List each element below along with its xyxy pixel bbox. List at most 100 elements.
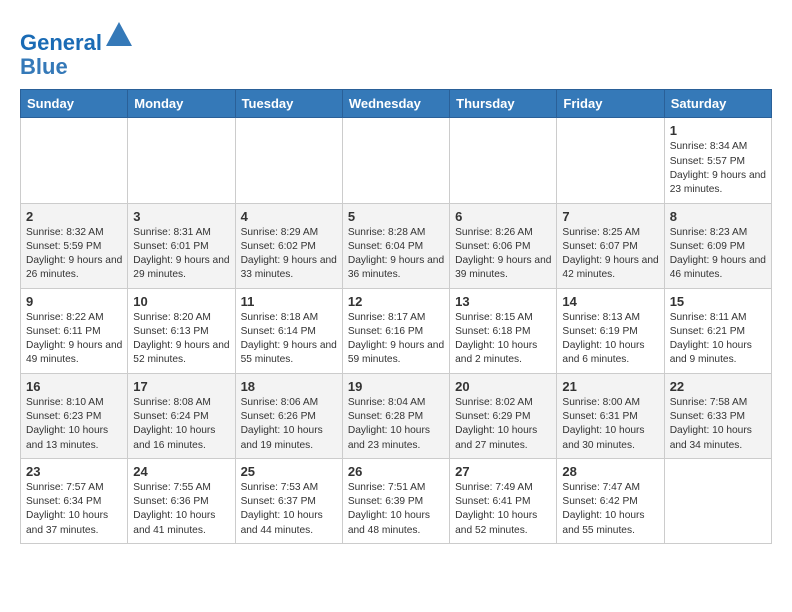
day-info: Sunrise: 8:28 AM Sunset: 6:04 PM Dayligh…	[348, 226, 444, 283]
day-number: 13	[455, 294, 551, 309]
day-number: 15	[670, 294, 766, 309]
day-cell: 16 Sunrise: 8:10 AM Sunset: 6:23 PM Dayli…	[21, 373, 128, 458]
day-number: 17	[133, 379, 229, 394]
day-info: Sunrise: 8:17 AM Sunset: 6:16 PM Dayligh…	[348, 311, 444, 368]
day-info: Sunrise: 8:22 AM Sunset: 6:11 PM Dayligh…	[26, 311, 122, 368]
day-info: Sunrise: 7:57 AM Sunset: 6:34 PM Dayligh…	[26, 481, 122, 538]
logo-icon	[104, 20, 134, 50]
day-info: Sunrise: 8:31 AM Sunset: 6:01 PM Dayligh…	[133, 226, 229, 283]
day-cell: 14 Sunrise: 8:13 AM Sunset: 6:19 PM Dayli…	[557, 288, 664, 373]
page-header: General Blue	[20, 20, 772, 79]
day-number: 27	[455, 464, 551, 479]
day-number: 28	[562, 464, 658, 479]
day-info: Sunrise: 8:08 AM Sunset: 6:24 PM Dayligh…	[133, 396, 229, 453]
day-cell: 17 Sunrise: 8:08 AM Sunset: 6:24 PM Dayli…	[128, 373, 235, 458]
day-cell	[450, 118, 557, 203]
day-info: Sunrise: 8:20 AM Sunset: 6:13 PM Dayligh…	[133, 311, 229, 368]
day-info: Sunrise: 8:13 AM Sunset: 6:19 PM Dayligh…	[562, 311, 658, 368]
day-number: 11	[241, 294, 337, 309]
day-cell: 22 Sunrise: 7:58 AM Sunset: 6:33 PM Dayli…	[664, 373, 771, 458]
day-cell	[21, 118, 128, 203]
day-number: 20	[455, 379, 551, 394]
calendar-header-row: SundayMondayTuesdayWednesdayThursdayFrid…	[21, 90, 772, 118]
day-number: 23	[26, 464, 122, 479]
day-number: 8	[670, 209, 766, 224]
day-number: 25	[241, 464, 337, 479]
day-number: 3	[133, 209, 229, 224]
day-info: Sunrise: 8:06 AM Sunset: 6:26 PM Dayligh…	[241, 396, 337, 453]
day-number: 9	[26, 294, 122, 309]
day-info: Sunrise: 8:11 AM Sunset: 6:21 PM Dayligh…	[670, 311, 766, 368]
calendar-table: SundayMondayTuesdayWednesdayThursdayFrid…	[20, 89, 772, 544]
day-number: 24	[133, 464, 229, 479]
day-info: Sunrise: 8:25 AM Sunset: 6:07 PM Dayligh…	[562, 226, 658, 283]
col-header-friday: Friday	[557, 90, 664, 118]
day-info: Sunrise: 8:34 AM Sunset: 5:57 PM Dayligh…	[670, 140, 766, 197]
day-cell: 25Sunrise: 7:53 AM Sunset: 6:37 PM Dayli…	[235, 458, 342, 543]
col-header-monday: Monday	[128, 90, 235, 118]
day-cell: 18 Sunrise: 8:06 AM Sunset: 6:26 PM Dayli…	[235, 373, 342, 458]
day-cell: 1 Sunrise: 8:34 AM Sunset: 5:57 PM Daylig…	[664, 118, 771, 203]
week-row-3: 9 Sunrise: 8:22 AM Sunset: 6:11 PM Daylig…	[21, 288, 772, 373]
col-header-wednesday: Wednesday	[342, 90, 449, 118]
day-cell	[342, 118, 449, 203]
day-cell: 5 Sunrise: 8:28 AM Sunset: 6:04 PM Daylig…	[342, 203, 449, 288]
week-row-5: 23 Sunrise: 7:57 AM Sunset: 6:34 PM Dayli…	[21, 458, 772, 543]
day-number: 1	[670, 123, 766, 138]
day-info: Sunrise: 8:26 AM Sunset: 6:06 PM Dayligh…	[455, 226, 551, 283]
day-info: Sunrise: 8:10 AM Sunset: 6:23 PM Dayligh…	[26, 396, 122, 453]
day-cell: 11 Sunrise: 8:18 AM Sunset: 6:14 PM Dayli…	[235, 288, 342, 373]
day-number: 5	[348, 209, 444, 224]
day-info: Sunrise: 8:29 AM Sunset: 6:02 PM Dayligh…	[241, 226, 337, 283]
day-cell: 12 Sunrise: 8:17 AM Sunset: 6:16 PM Dayli…	[342, 288, 449, 373]
col-header-thursday: Thursday	[450, 90, 557, 118]
week-row-2: 2 Sunrise: 8:32 AM Sunset: 5:59 PM Daylig…	[21, 203, 772, 288]
day-number: 18	[241, 379, 337, 394]
day-number: 26	[348, 464, 444, 479]
day-info: Sunrise: 7:51 AM Sunset: 6:39 PM Dayligh…	[348, 481, 444, 538]
day-info: Sunrise: 8:04 AM Sunset: 6:28 PM Dayligh…	[348, 396, 444, 453]
day-cell: 26 Sunrise: 7:51 AM Sunset: 6:39 PM Dayli…	[342, 458, 449, 543]
day-cell	[664, 458, 771, 543]
day-cell: 19 Sunrise: 8:04 AM Sunset: 6:28 PM Dayli…	[342, 373, 449, 458]
day-cell: 4Sunrise: 8:29 AM Sunset: 6:02 PM Daylig…	[235, 203, 342, 288]
day-cell: 10 Sunrise: 8:20 AM Sunset: 6:13 PM Dayli…	[128, 288, 235, 373]
col-header-saturday: Saturday	[664, 90, 771, 118]
day-cell: 8 Sunrise: 8:23 AM Sunset: 6:09 PM Daylig…	[664, 203, 771, 288]
day-cell: 7 Sunrise: 8:25 AM Sunset: 6:07 PM Daylig…	[557, 203, 664, 288]
day-number: 19	[348, 379, 444, 394]
week-row-4: 16 Sunrise: 8:10 AM Sunset: 6:23 PM Dayli…	[21, 373, 772, 458]
day-cell: 3 Sunrise: 8:31 AM Sunset: 6:01 PM Daylig…	[128, 203, 235, 288]
logo-general: General	[20, 30, 102, 55]
logo: General Blue	[20, 20, 134, 79]
day-info: Sunrise: 8:02 AM Sunset: 6:29 PM Dayligh…	[455, 396, 551, 453]
day-info: Sunrise: 8:18 AM Sunset: 6:14 PM Dayligh…	[241, 311, 337, 368]
day-cell: 23 Sunrise: 7:57 AM Sunset: 6:34 PM Dayli…	[21, 458, 128, 543]
col-header-sunday: Sunday	[21, 90, 128, 118]
day-info: Sunrise: 7:47 AM Sunset: 6:42 PM Dayligh…	[562, 481, 658, 538]
day-cell: 21Sunrise: 8:00 AM Sunset: 6:31 PM Dayli…	[557, 373, 664, 458]
day-cell	[235, 118, 342, 203]
day-info: Sunrise: 7:55 AM Sunset: 6:36 PM Dayligh…	[133, 481, 229, 538]
day-cell: 2 Sunrise: 8:32 AM Sunset: 5:59 PM Daylig…	[21, 203, 128, 288]
day-number: 2	[26, 209, 122, 224]
day-number: 16	[26, 379, 122, 394]
day-info: Sunrise: 8:00 AM Sunset: 6:31 PM Dayligh…	[562, 396, 658, 453]
day-cell	[128, 118, 235, 203]
day-cell: 13Sunrise: 8:15 AM Sunset: 6:18 PM Dayli…	[450, 288, 557, 373]
col-header-tuesday: Tuesday	[235, 90, 342, 118]
day-cell: 24 Sunrise: 7:55 AM Sunset: 6:36 PM Dayli…	[128, 458, 235, 543]
day-number: 12	[348, 294, 444, 309]
day-cell: 28 Sunrise: 7:47 AM Sunset: 6:42 PM Dayli…	[557, 458, 664, 543]
day-cell: 20 Sunrise: 8:02 AM Sunset: 6:29 PM Dayli…	[450, 373, 557, 458]
day-number: 7	[562, 209, 658, 224]
day-cell: 6Sunrise: 8:26 AM Sunset: 6:06 PM Daylig…	[450, 203, 557, 288]
logo-blue: Blue	[20, 54, 68, 79]
day-cell: 27Sunrise: 7:49 AM Sunset: 6:41 PM Dayli…	[450, 458, 557, 543]
day-info: Sunrise: 8:32 AM Sunset: 5:59 PM Dayligh…	[26, 226, 122, 283]
day-number: 10	[133, 294, 229, 309]
day-info: Sunrise: 7:58 AM Sunset: 6:33 PM Dayligh…	[670, 396, 766, 453]
day-info: Sunrise: 8:23 AM Sunset: 6:09 PM Dayligh…	[670, 226, 766, 283]
day-number: 14	[562, 294, 658, 309]
day-number: 22	[670, 379, 766, 394]
